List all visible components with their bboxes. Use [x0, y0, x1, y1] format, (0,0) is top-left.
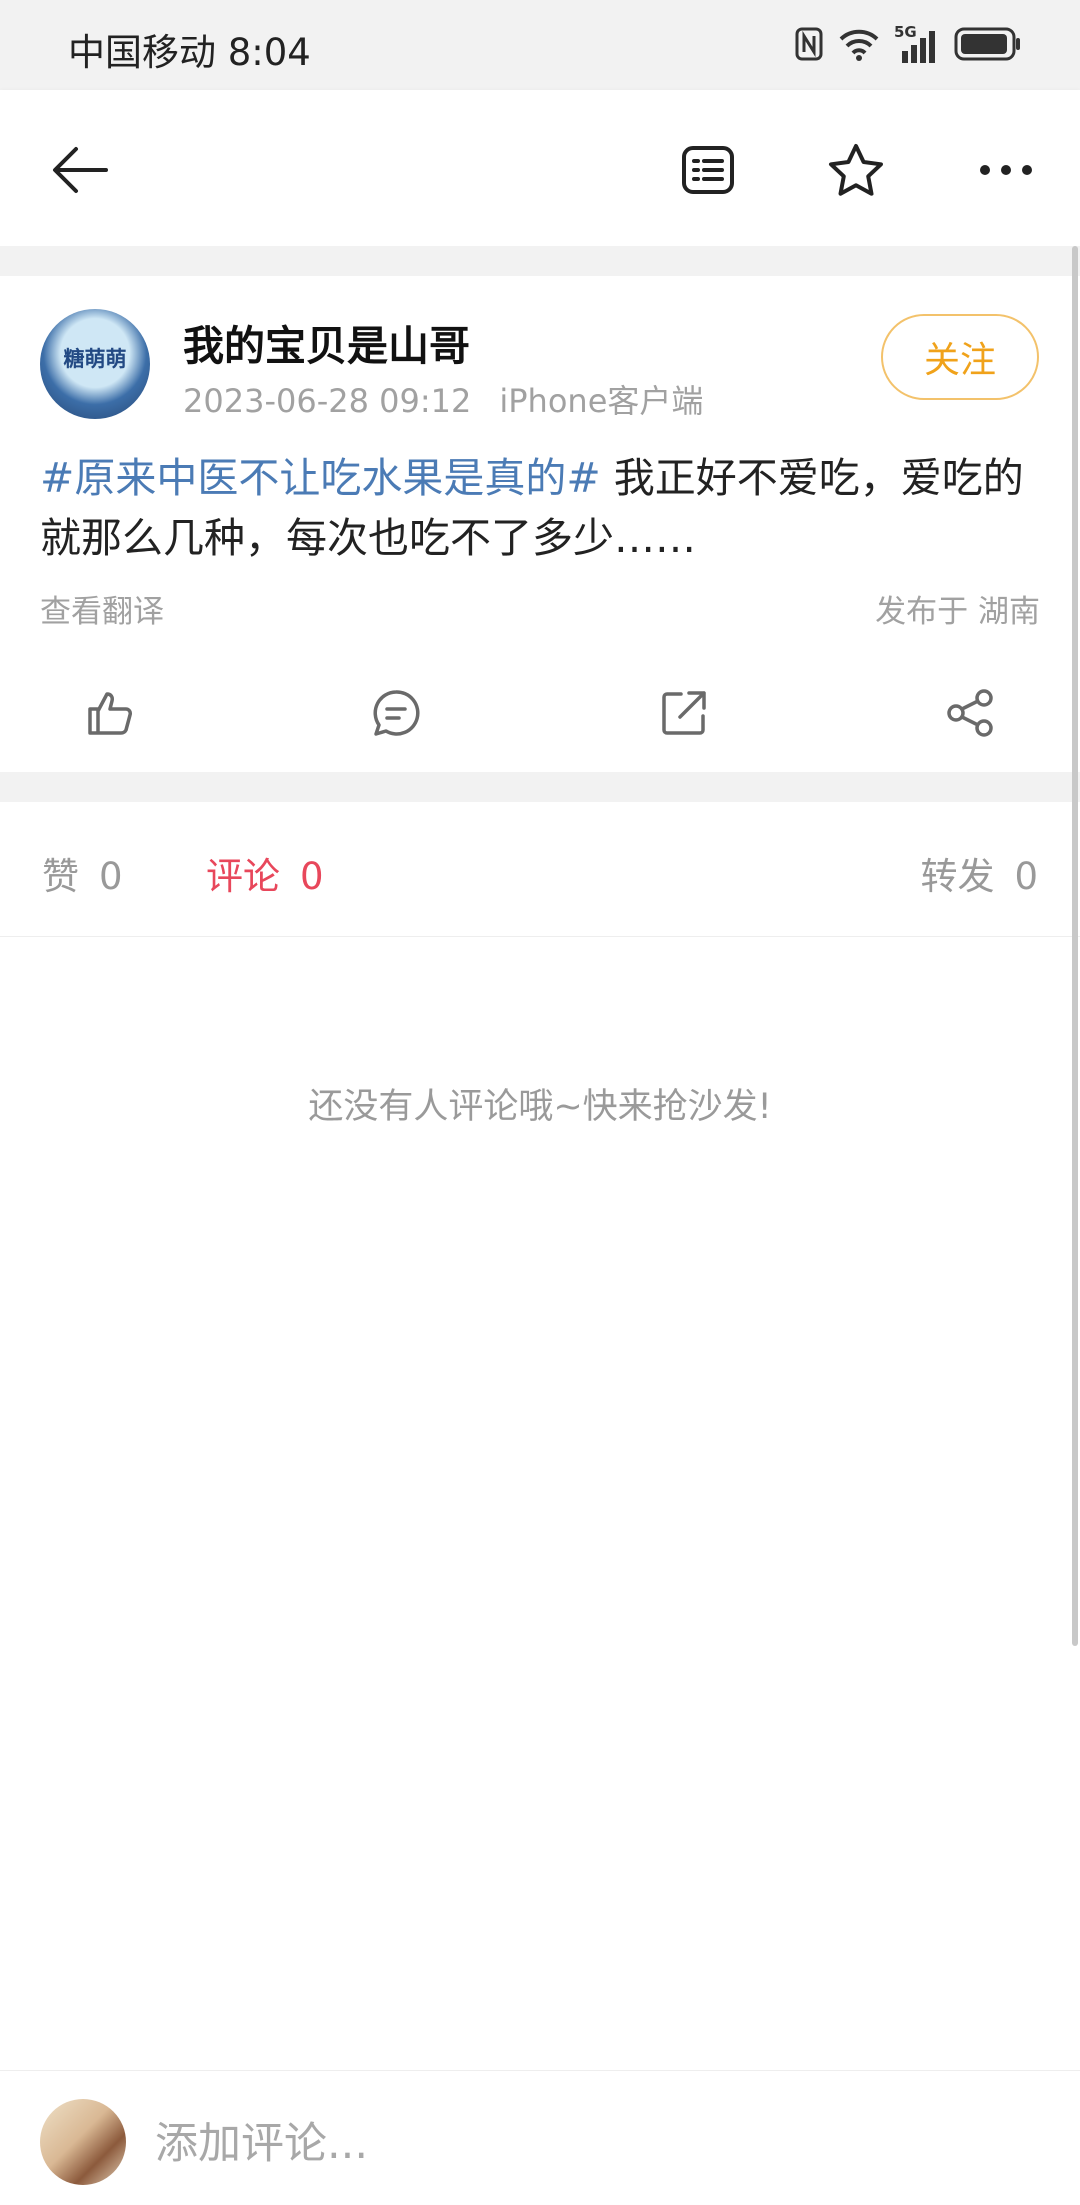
- section-divider: [0, 772, 1080, 802]
- reader-mode-button[interactable]: [668, 130, 748, 210]
- comment-button[interactable]: [351, 668, 441, 758]
- comment-icon: [373, 690, 420, 736]
- tab-comments-count: 0: [300, 855, 324, 898]
- follow-button[interactable]: 关注: [881, 314, 1039, 400]
- wifi-icon: [838, 27, 880, 65]
- post-card: 糖萌萌 我的宝贝是山哥 2023-06-28 09:12 iPhone客户端 关注…: [0, 276, 1080, 772]
- tab-comments[interactable]: 评论 0: [206, 846, 324, 900]
- tab-likes[interactable]: 赞0: [42, 846, 123, 900]
- avatar-label: 糖萌萌: [63, 347, 127, 371]
- topic-link[interactable]: #原来中医不让吃水果是真的#: [40, 454, 601, 502]
- share-icon: [947, 689, 993, 737]
- repost-button[interactable]: [639, 668, 729, 758]
- more-button[interactable]: [966, 130, 1046, 210]
- tab-reposts-label: 转发: [920, 855, 995, 898]
- nfc-icon: [794, 26, 824, 66]
- status-bar: 中国移动 8:04 5G: [0, 0, 1080, 90]
- tab-comments-label: 评论: [206, 855, 280, 898]
- post-actions: [0, 668, 1080, 758]
- user-avatar[interactable]: [40, 2099, 126, 2185]
- timestamp: 2023-06-28 09:12: [183, 382, 472, 420]
- post-location: 发布于 湖南: [875, 594, 1040, 630]
- reader-mode-icon: [682, 146, 734, 194]
- username[interactable]: 我的宝贝是山哥: [183, 312, 470, 372]
- status-icons: 5G: [794, 23, 1022, 66]
- more-dots-icon: [980, 165, 1032, 175]
- top-toolbar: [0, 90, 1080, 246]
- post-source: iPhone客户端: [499, 382, 704, 420]
- empty-comments-message: 还没有人评论哦~快来抢沙发!: [308, 1087, 772, 1127]
- battery-icon: [954, 27, 1022, 65]
- like-icon: [88, 692, 132, 735]
- carrier-time: 中国移动 8:04: [68, 31, 311, 74]
- back-arrow-icon: [53, 147, 108, 193]
- favorite-button[interactable]: [816, 130, 896, 210]
- comment-bar: 添加评论...: [0, 2070, 1080, 2205]
- repost-icon: [662, 691, 706, 735]
- signal-5g-icon: 5G: [894, 23, 940, 65]
- back-button[interactable]: [40, 130, 120, 210]
- tab-likes-label: 赞: [42, 855, 79, 898]
- share-button[interactable]: [925, 668, 1015, 758]
- tab-likes-count: 0: [99, 855, 123, 898]
- post-meta: 2023-06-28 09:12 iPhone客户端: [183, 376, 703, 422]
- interaction-tabs: 赞0 评论 0 转发 0: [0, 802, 1080, 937]
- post-content: #原来中医不让吃水果是真的# 我正好不爱吃，爱吃的就那么几种，每次也吃不了多少……: [40, 448, 1045, 568]
- like-button[interactable]: [65, 668, 155, 758]
- scrollbar[interactable]: [1072, 246, 1078, 1646]
- comment-input[interactable]: 添加评论...: [155, 2109, 368, 2171]
- avatar[interactable]: 糖萌萌: [40, 309, 150, 419]
- tab-reposts[interactable]: 转发 0: [920, 846, 1038, 900]
- star-icon: [829, 144, 883, 196]
- translate-link[interactable]: 查看翻译: [40, 586, 164, 631]
- tab-reposts-count: 0: [1014, 855, 1038, 898]
- section-divider: [0, 246, 1080, 276]
